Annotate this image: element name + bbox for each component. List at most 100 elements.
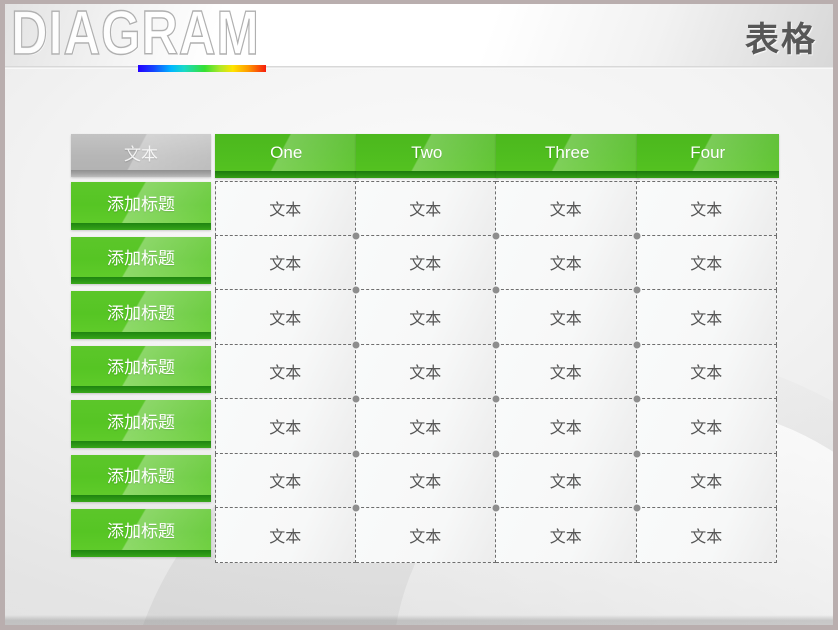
table-cell[interactable]: 文本 (215, 181, 356, 236)
row-label-6-face: 添加标题 (71, 454, 211, 502)
table-cell[interactable]: 文本 (636, 290, 777, 345)
table-cell[interactable]: 文本 (636, 344, 777, 399)
table-cell-text: 文本 (409, 256, 442, 274)
table: 文本 文本 文本 文本 文本 文本 文本 文本 文本 文本 文本 文本 文本 文本 文本 文本 文本 文本 文本 文本… (71, 134, 779, 563)
table-cell-text: 文本 (269, 202, 302, 220)
grid-intersection-dot (352, 504, 359, 512)
slide-frame: DIAGRAM 表格 文本 文本 文本 文本 文本 文本 文本 文本 文本 文本 文本 文本 文本 文本文… (0, 0, 838, 630)
row-label-5[interactable]: 添加标题 (71, 400, 211, 448)
table-cell-text: 文本 (269, 256, 302, 274)
column-header-1[interactable]: One (215, 134, 358, 178)
bevel-lip (355, 171, 498, 178)
table-cell-text: 文本 (549, 365, 582, 383)
table-cell[interactable]: 文本 (496, 508, 637, 563)
row-label-1[interactable]: 添加标题 (71, 182, 211, 230)
rainbow-accent-bar (138, 65, 266, 72)
row-label-7-face: 添加标题 (71, 509, 211, 557)
row-label-3-face: 添加标题 (71, 291, 211, 339)
table-cell[interactable]: 文本 (215, 290, 356, 345)
table-cell[interactable]: 文本 (496, 399, 637, 454)
table-cell[interactable]: 文本 (355, 235, 496, 290)
bevel-lip (496, 171, 639, 178)
row-label-2[interactable]: 添加标题 (71, 236, 211, 284)
table-cell[interactable]: 文本 (636, 453, 777, 508)
row-label-5-label: 添加标题 (107, 412, 175, 432)
table-cell[interactable]: 文本 (496, 344, 637, 399)
column-header-4[interactable]: Four (636, 134, 779, 178)
baseline-shadow (5, 615, 833, 625)
column-header-2-face: Two (355, 134, 498, 178)
grid-intersection-dot (492, 232, 500, 239)
grid-intersection-dot (633, 395, 640, 403)
table-cell[interactable]: 文本 (496, 235, 637, 290)
grid-intersection-dot (633, 504, 640, 512)
table-cell[interactable]: 文本 (636, 181, 777, 236)
table-cell[interactable]: 文本 (215, 235, 356, 290)
table-cell[interactable]: 文本 (355, 453, 496, 508)
table-cell[interactable]: 文本 (496, 453, 637, 508)
table-cell[interactable]: 文本 (355, 399, 496, 454)
table-cell[interactable]: 文本 (636, 508, 777, 563)
row-label-1-face: 添加标题 (71, 182, 211, 230)
column-header-4-label: Four (690, 142, 726, 162)
bevel-lip (71, 440, 211, 448)
column-header-3-label: Three (545, 142, 590, 162)
row-label-4[interactable]: 添加标题 (71, 345, 211, 393)
table-cell[interactable]: 文本 (355, 344, 496, 399)
row-label-6-label: 添加标题 (107, 467, 175, 487)
table-cell-text: 文本 (690, 202, 723, 220)
bevel-lip (71, 170, 211, 177)
table-cell-text: 文本 (409, 202, 442, 220)
table-cell-text: 文本 (549, 419, 582, 437)
bevel-lip (71, 386, 211, 393)
column-header-2[interactable]: Two (355, 134, 498, 178)
table-cell[interactable]: 文本 (496, 290, 637, 345)
table-cell[interactable]: 文本 (636, 235, 777, 290)
grid-intersection-dot (492, 286, 500, 294)
column-header-1-face: One (215, 134, 358, 178)
table-cell-text: 文本 (269, 310, 302, 328)
row-label-6[interactable]: 添加标题 (71, 454, 211, 502)
grid-intersection-dot (492, 450, 500, 457)
grid-intersection-dot (352, 286, 359, 294)
table-corner-header-label: 文本 (124, 144, 158, 164)
table-cell-text: 文本 (409, 528, 442, 546)
column-header-1-label: One (270, 142, 303, 162)
table-cell-text: 文本 (549, 528, 582, 546)
row-label-7[interactable]: 添加标题 (71, 509, 211, 557)
table-cell-text: 文本 (269, 474, 302, 492)
table-cell[interactable]: 文本 (355, 290, 496, 345)
row-label-3-label: 添加标题 (107, 303, 175, 323)
column-header-3[interactable]: Three (496, 134, 639, 178)
row-label-7-label: 添加标题 (107, 521, 175, 541)
table-cell[interactable]: 文本 (215, 399, 356, 454)
row-label-5-face: 添加标题 (71, 400, 211, 448)
row-label-1-label: 添加标题 (107, 194, 175, 214)
table-cell[interactable]: 文本 (636, 399, 777, 454)
table-cell[interactable]: 文本 (496, 181, 637, 236)
grid-intersection-dot (492, 504, 500, 512)
row-label-3[interactable]: 添加标题 (71, 291, 211, 339)
table-cell-text: 文本 (549, 256, 582, 274)
brand-wordmark: DIAGRAM (10, 4, 260, 69)
grid-intersection-dot (492, 341, 500, 348)
table-cell[interactable]: 文本 (355, 508, 496, 563)
column-header-4-face: Four (636, 134, 779, 178)
grid-intersection-dot (633, 341, 640, 348)
bevel-lip (215, 171, 358, 178)
table-cell[interactable]: 文本 (355, 181, 496, 236)
table-cell-text: 文本 (690, 528, 723, 546)
table-cell-text: 文本 (690, 256, 723, 274)
bevel-lip (71, 277, 211, 284)
table-cell-text: 文本 (269, 528, 302, 546)
table-cell-text: 文本 (690, 365, 723, 383)
grid-intersection-dot (633, 450, 640, 457)
table-cell[interactable]: 文本 (215, 453, 356, 508)
table-cell[interactable]: 文本 (215, 508, 356, 563)
table-cell-text: 文本 (690, 310, 723, 328)
table-corner-header[interactable]: 文本 (71, 134, 211, 177)
table-cell[interactable]: 文本 (215, 344, 356, 399)
slide-surface: DIAGRAM 表格 文本 文本 文本 文本 文本 文本 文本 文本 文本 文本 文本 文本 文本 文本文… (5, 4, 833, 625)
table-cell-text: 文本 (409, 365, 442, 383)
table-cell-text: 文本 (690, 419, 723, 437)
